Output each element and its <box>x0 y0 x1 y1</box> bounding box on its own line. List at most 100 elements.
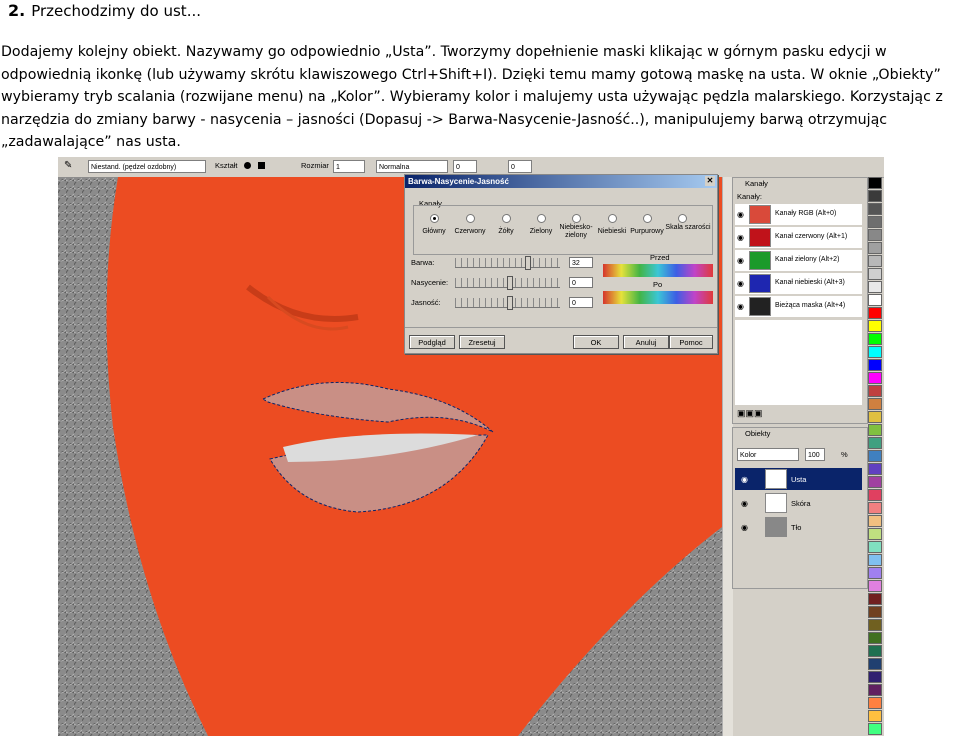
object-row[interactable]: ◉ Skóra <box>735 492 862 514</box>
eye-icon[interactable]: ◉ <box>737 256 744 265</box>
palette-swatch[interactable] <box>868 411 882 423</box>
radio-main[interactable] <box>430 214 439 223</box>
ok-button[interactable]: OK <box>573 335 619 349</box>
palette-swatch[interactable] <box>868 385 882 397</box>
palette-swatch[interactable] <box>868 632 882 644</box>
cancel-button[interactable]: Anuluj <box>623 335 669 349</box>
palette-swatch[interactable] <box>868 255 882 267</box>
channel-row[interactable]: ◉ Kanał niebieski (Alt+3) <box>735 273 862 294</box>
radio-yellow[interactable] <box>502 214 511 223</box>
palette-swatch[interactable] <box>868 398 882 410</box>
palette-swatch[interactable] <box>868 489 882 501</box>
instructions-paragraph: Dodajemy kolejny obiekt. Nazywamy go odp… <box>1 41 959 154</box>
object-row[interactable]: ◉ Usta <box>735 468 862 490</box>
round-shape-icon[interactable] <box>244 162 251 169</box>
palette-swatch[interactable] <box>868 476 882 488</box>
palette-swatch[interactable] <box>868 242 882 254</box>
radio-blue[interactable] <box>608 214 617 223</box>
hue-input[interactable]: 32 <box>569 257 593 268</box>
channel-row[interactable]: ◉ Kanały RGB (Alt+0) <box>735 204 862 225</box>
paragraph-line: odpowiednią ikonkę (lub używamy skrótu k… <box>1 66 941 83</box>
palette-swatch[interactable] <box>868 307 882 319</box>
palette-swatch[interactable] <box>868 216 882 228</box>
palette-swatch[interactable] <box>868 437 882 449</box>
app-screenshot: ✎ Niestand. (pędzel ozdobny) Kształt Roz… <box>58 157 884 736</box>
palette-swatch[interactable] <box>868 281 882 293</box>
palette-swatch[interactable] <box>868 580 882 592</box>
palette-swatch[interactable] <box>868 450 882 462</box>
channel-row[interactable]: ◉ Bieżąca maska (Alt+4) <box>735 296 862 317</box>
radio-cyan[interactable] <box>572 214 581 223</box>
palette-swatch[interactable] <box>868 372 882 384</box>
palette-swatch[interactable] <box>868 593 882 605</box>
eye-icon[interactable]: ◉ <box>737 233 744 242</box>
saturation-slider[interactable] <box>455 276 560 290</box>
palette-swatch[interactable] <box>868 567 882 579</box>
channel-thumbnail <box>749 274 771 293</box>
palette-swatch[interactable] <box>868 463 882 475</box>
palette-swatch[interactable] <box>868 502 882 514</box>
channels-subtitle: Kanały: <box>737 192 763 201</box>
transparency-input[interactable]: 0 <box>453 160 477 173</box>
square-shape-icon[interactable] <box>258 162 265 169</box>
radio-red[interactable] <box>466 214 475 223</box>
brush-type-select[interactable]: Niestand. (pędzel ozdobny) <box>88 160 206 173</box>
preview-button[interactable]: Podgląd <box>409 335 455 349</box>
palette-swatch[interactable] <box>868 619 882 631</box>
lightness-input[interactable]: 0 <box>569 297 593 308</box>
palette-swatch[interactable] <box>868 515 882 527</box>
palette-swatch[interactable] <box>868 320 882 332</box>
palette-swatch[interactable] <box>868 541 882 553</box>
palette-swatch[interactable] <box>868 203 882 215</box>
palette-swatch[interactable] <box>868 268 882 280</box>
reset-button[interactable]: Zresetuj <box>459 335 505 349</box>
palette-swatch[interactable] <box>868 424 882 436</box>
channel-row[interactable]: ◉ Kanał czerwony (Alt+1) <box>735 227 862 248</box>
radio-magenta[interactable] <box>643 214 652 223</box>
object-row[interactable]: ◉ Tło <box>735 516 862 538</box>
palette-swatch[interactable] <box>868 294 882 306</box>
radio-grayscale-label: Skala szarości <box>665 224 711 231</box>
blend-mode-select[interactable]: Normalna <box>376 160 448 173</box>
opacity-input[interactable]: 100 <box>805 448 825 461</box>
section-heading: 2. Przechodzimy do ust... <box>8 1 201 20</box>
palette-swatch[interactable] <box>868 606 882 618</box>
eye-icon[interactable]: ◉ <box>741 475 748 484</box>
palette-swatch[interactable] <box>868 697 882 709</box>
palette-swatch[interactable] <box>868 723 882 735</box>
palette-swatch[interactable] <box>868 528 882 540</box>
eye-icon[interactable]: ◉ <box>741 499 748 508</box>
palette-swatch[interactable] <box>868 554 882 566</box>
hue-slider[interactable] <box>455 256 560 270</box>
help-button[interactable]: Pomoc <box>669 335 713 349</box>
eye-icon[interactable]: ◉ <box>741 523 748 532</box>
palette-swatch[interactable] <box>868 658 882 670</box>
palette-swatch[interactable] <box>868 710 882 722</box>
close-icon[interactable]: ✕ <box>705 176 715 186</box>
channel-actions-icon[interactable]: ▣▣▣ <box>737 408 763 419</box>
brush-icon[interactable]: ✎ <box>64 160 72 171</box>
opacity-unit: % <box>841 450 848 459</box>
radio-green[interactable] <box>537 214 546 223</box>
palette-swatch[interactable] <box>868 346 882 358</box>
palette-swatch[interactable] <box>868 645 882 657</box>
radio-grayscale[interactable] <box>678 214 687 223</box>
saturation-input[interactable]: 0 <box>569 277 593 288</box>
palette-swatch[interactable] <box>868 671 882 683</box>
palette-swatch[interactable] <box>868 359 882 371</box>
palette-swatch[interactable] <box>868 333 882 345</box>
channel-thumbnail <box>749 228 771 247</box>
size-input[interactable]: 1 <box>333 160 365 173</box>
section-number: 2. <box>8 1 26 20</box>
lightness-slider[interactable] <box>455 296 560 310</box>
feather-input[interactable]: 0 <box>508 160 532 173</box>
palette-swatch[interactable] <box>868 229 882 241</box>
channel-row[interactable]: ◉ Kanał zielony (Alt+2) <box>735 250 862 271</box>
palette-swatch[interactable] <box>868 684 882 696</box>
eye-icon[interactable]: ◉ <box>737 279 744 288</box>
palette-swatch[interactable] <box>868 177 882 189</box>
blend-mode-dropdown[interactable]: Kolor <box>737 448 799 461</box>
eye-icon[interactable]: ◉ <box>737 302 744 311</box>
eye-icon[interactable]: ◉ <box>737 210 744 219</box>
palette-swatch[interactable] <box>868 190 882 202</box>
